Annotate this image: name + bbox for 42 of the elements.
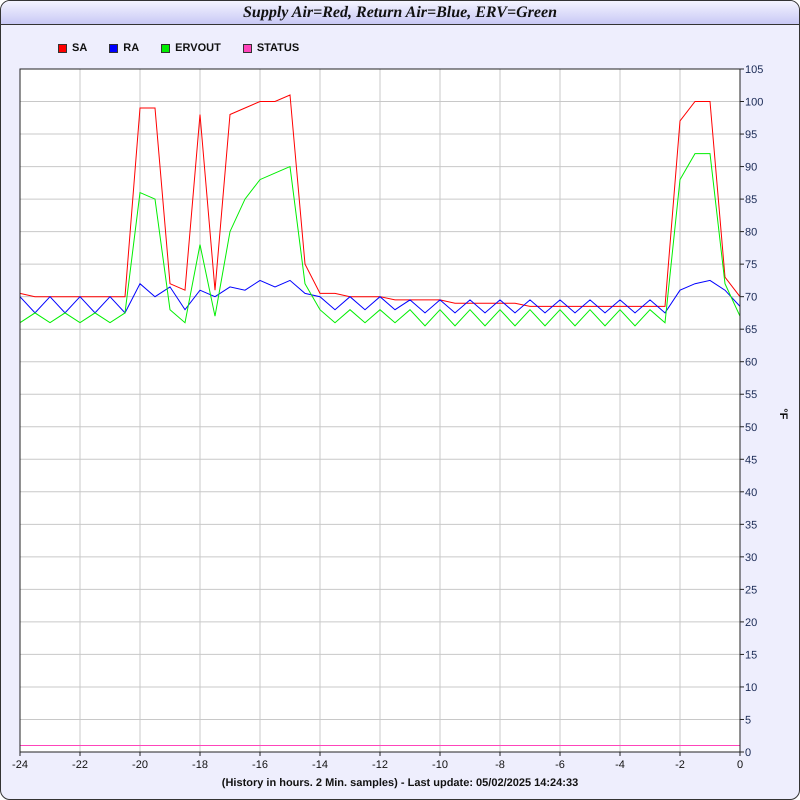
- y-axis-label: °F: [777, 408, 789, 420]
- y-tick-label: 60: [745, 356, 758, 369]
- y-tick-label: 65: [745, 324, 758, 336]
- y-tick-label: 75: [745, 259, 758, 272]
- y-tick-label: 30: [745, 552, 758, 564]
- y-tick-label: 85: [745, 194, 758, 206]
- x-tick-label: -2: [675, 759, 685, 771]
- x-tick-label: -4: [615, 759, 625, 771]
- y-tick-label: 20: [745, 616, 758, 629]
- y-tick-label: 5: [745, 714, 752, 726]
- y-tick-label: 70: [745, 292, 758, 304]
- x-tick-label: -12: [372, 759, 388, 771]
- x-tick-label: -10: [432, 759, 448, 771]
- y-tick-label: 95: [745, 129, 758, 142]
- x-tick-label: -14: [312, 759, 328, 771]
- x-tick-label: -24: [12, 759, 28, 771]
- x-axis-label: (History in hours. 2 Min. samples) - Last update: 05/02/2025 14:24:33: [222, 777, 578, 789]
- y-tick-label: 100: [745, 96, 764, 109]
- y-tick-label: 10: [745, 682, 758, 694]
- y-tick-label: 90: [745, 162, 758, 174]
- x-tick-label: -6: [555, 759, 565, 771]
- x-tick-label: 0: [736, 759, 744, 771]
- legend-label: STATUS: [256, 42, 300, 54]
- x-tick-label: -18: [192, 759, 208, 771]
- y-tick-label: 0: [745, 747, 752, 759]
- y-tick-label: 40: [745, 486, 758, 499]
- y-tick-label: 105: [745, 64, 764, 76]
- x-tick-label: -8: [495, 759, 505, 771]
- x-tick-label: -22: [72, 759, 88, 771]
- legend-label: ERVOUT: [175, 42, 221, 54]
- y-tick-label: 50: [745, 422, 758, 434]
- x-tick-label: -20: [132, 759, 148, 771]
- y-tick-label: 55: [745, 389, 758, 402]
- window-title: Supply Air=Red, Return Air=Blue, ERV=Green: [243, 4, 557, 22]
- legend-label: RA: [123, 42, 140, 54]
- y-tick-label: 35: [745, 519, 758, 532]
- x-tick-label: -16: [252, 759, 268, 771]
- y-tick-label: 45: [745, 454, 758, 466]
- legend-label: SA: [72, 42, 88, 54]
- y-tick-label: 80: [745, 226, 758, 239]
- y-tick-label: 15: [745, 649, 758, 662]
- y-tick-label: 25: [745, 584, 758, 596]
